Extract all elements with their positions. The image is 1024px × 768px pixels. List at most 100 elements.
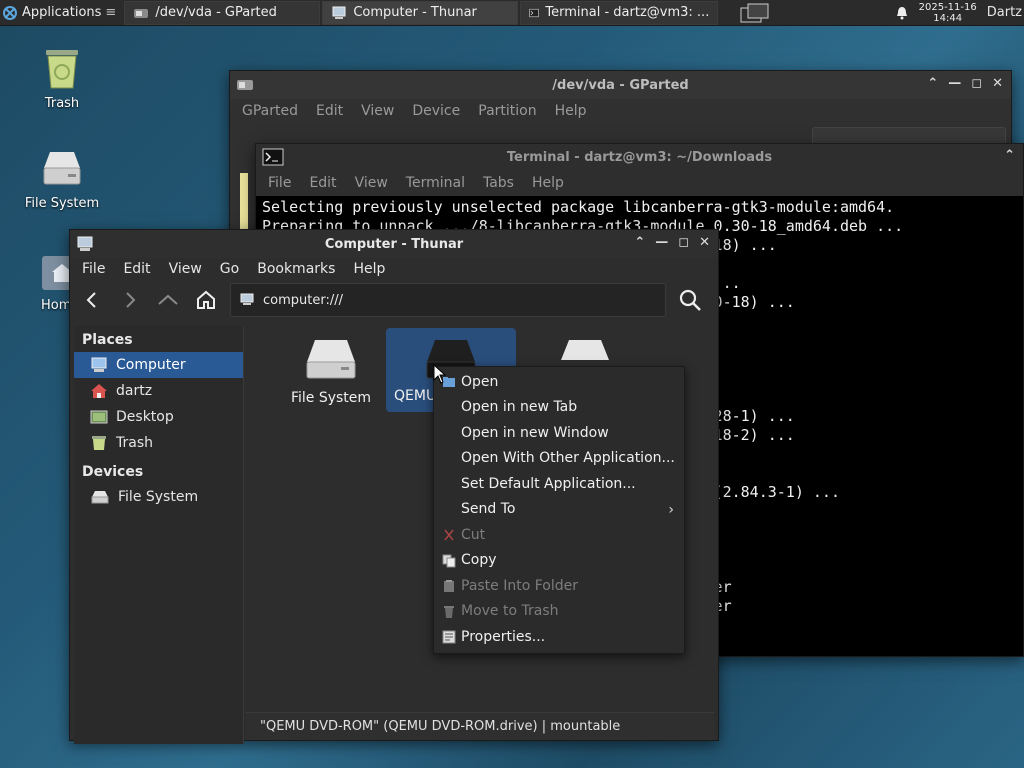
places-heading: Places — [82, 332, 133, 348]
gparted-titlebar[interactable]: /dev/vda - GParted ⌃ — ◻ ✕ — [230, 71, 1011, 99]
location-bar[interactable]: computer:/// — [230, 283, 666, 317]
menu-item-cut[interactable]: Cut — [434, 522, 684, 548]
maximize-icon[interactable]: ◻ — [971, 76, 982, 91]
workspaces-icon — [740, 3, 769, 22]
devices-heading: Devices — [82, 464, 144, 480]
clock[interactable]: 2025-11-16 14:44 — [919, 2, 977, 24]
gparted-menubar: GParted Edit View Device Partition Help — [230, 99, 1011, 123]
clock-date: 2025-11-16 — [918, 1, 977, 13]
sidebar-item-filesystem[interactable]: File System — [74, 484, 243, 510]
home-icon — [91, 384, 107, 398]
terminal-titlebar[interactable]: Terminal - dartz@vm3: ~/Downloads ⌃ — [256, 144, 1023, 170]
chevron-right-icon — [126, 292, 136, 308]
desktop-icon-trash[interactable]: Trash — [17, 44, 107, 111]
menu-item-copy[interactable]: Copy — [434, 548, 684, 574]
drive-icon — [91, 491, 109, 504]
menu-item-gparted[interactable]: GParted — [242, 103, 298, 119]
up-button[interactable] — [154, 286, 182, 314]
menu-item-help[interactable]: Help — [555, 103, 587, 119]
minimize-icon[interactable]: — — [655, 235, 668, 250]
chevron-up-icon[interactable]: ⌃ — [927, 76, 938, 91]
menu-item-view[interactable]: View — [169, 261, 202, 277]
taskbar-label: Terminal - dartz@vm3: ... — [545, 5, 710, 20]
sidebar-item-label: File System — [118, 489, 199, 505]
menu-item-tabs[interactable]: Tabs — [483, 175, 514, 191]
workspace-switcher[interactable] — [738, 1, 772, 25]
menu-item-edit[interactable]: Edit — [316, 103, 343, 119]
menu-item-label: Properties... — [461, 628, 546, 645]
menu-item-edit[interactable]: Edit — [123, 261, 150, 277]
sidebar-item-label: Computer — [116, 357, 186, 373]
notification-bell-icon[interactable] — [895, 6, 909, 20]
chevron-up-icon[interactable]: ⌃ — [634, 235, 645, 250]
menu-item-label: Paste Into Folder — [461, 577, 579, 594]
thunar-titlebar[interactable]: Computer - Thunar ⌃ — ◻ ✕ — [70, 230, 718, 258]
desktop-icon-label: File System — [24, 196, 100, 211]
menu-item-edit[interactable]: Edit — [309, 175, 336, 191]
menu-item-send-to[interactable]: Send To › — [434, 497, 684, 523]
menu-item-properties[interactable]: Properties... — [434, 624, 684, 650]
applications-menu-button[interactable]: Applications ≡ — [0, 0, 122, 26]
menu-item-open-new-tab[interactable]: Open in new Tab — [434, 395, 684, 421]
menu-item-file[interactable]: File — [268, 175, 291, 191]
menu-item-go[interactable]: Go — [220, 261, 239, 277]
menu-item-device[interactable]: Device — [412, 103, 460, 119]
close-icon[interactable]: ✕ — [699, 235, 710, 250]
taskbar-label: Computer - Thunar — [353, 5, 477, 20]
sidebar-item-computer[interactable]: Computer — [74, 352, 243, 378]
sidebar-item-trash[interactable]: Trash — [74, 430, 243, 456]
applications-label: Applications — [22, 5, 102, 20]
menu-item-view[interactable]: View — [355, 175, 388, 191]
menu-item-set-default-app[interactable]: Set Default Application... — [434, 471, 684, 497]
menu-handle-icon: ≡ — [105, 5, 117, 20]
computer-icon — [332, 6, 346, 19]
sidebar-item-label: Desktop — [116, 409, 174, 425]
computer-icon — [240, 293, 254, 305]
back-button[interactable] — [78, 286, 106, 314]
minimize-icon[interactable]: — — [948, 76, 961, 91]
computer-icon — [77, 236, 93, 251]
menu-item-partition[interactable]: Partition — [478, 103, 536, 119]
user-menu[interactable]: Dartz — [987, 5, 1024, 20]
clock-time: 14:44 — [933, 12, 963, 24]
menu-item-label: Cut — [461, 526, 486, 543]
menu-item-label: Open With Other Application... — [461, 450, 675, 467]
forward-button[interactable] — [116, 286, 144, 314]
terminal-menubar: File Edit View Terminal Tabs Help — [256, 170, 1023, 196]
menu-item-help[interactable]: Help — [532, 175, 564, 191]
menu-item-open-with[interactable]: Open With Other Application... — [434, 446, 684, 472]
search-button[interactable] — [676, 286, 704, 314]
menu-item-move-to-trash[interactable]: Move to Trash — [434, 599, 684, 625]
window-title: Computer - Thunar — [324, 236, 464, 252]
menu-item-view[interactable]: View — [361, 103, 394, 119]
menu-item-file[interactable]: File — [82, 261, 105, 277]
taskbar-item-terminal[interactable]: Terminal - dartz@vm3: ... — [520, 0, 719, 25]
status-bar: "QEMU DVD-ROM" (QEMU DVD-ROM.drive) | mo… — [246, 712, 714, 740]
file-item-drive[interactable] — [520, 334, 650, 360]
menu-item-open[interactable]: Open — [434, 369, 684, 395]
file-item-filesystem[interactable]: File System — [266, 334, 396, 406]
taskbar-item-thunar[interactable]: Computer - Thunar — [322, 0, 519, 25]
desktop-icon-filesystem[interactable]: File System — [17, 148, 107, 211]
drive-icon — [43, 152, 81, 185]
maximize-icon[interactable]: ◻ — [678, 235, 689, 250]
menu-item-bookmarks[interactable]: Bookmarks — [257, 261, 335, 277]
menu-item-paste-into-folder[interactable]: Paste Into Folder — [434, 573, 684, 599]
menu-item-help[interactable]: Help — [353, 261, 385, 277]
file-label: File System — [290, 390, 372, 406]
home-button[interactable] — [192, 286, 220, 314]
sidebar-item-desktop[interactable]: Desktop — [74, 404, 243, 430]
sidebar-item-dartz[interactable]: dartz — [74, 378, 243, 404]
taskbar-item-gparted[interactable]: /dev/vda - GParted — [124, 0, 321, 25]
close-icon[interactable]: ✕ — [992, 76, 1003, 91]
chevron-left-icon — [86, 292, 96, 308]
gparted-partition-area — [240, 173, 248, 233]
scissors-icon — [444, 529, 454, 541]
menu-item-label: Set Default Application... — [461, 475, 636, 492]
gparted-icon — [237, 80, 253, 90]
status-text: "QEMU DVD-ROM" (QEMU DVD-ROM.drive) | mo… — [260, 719, 621, 734]
drive-icon — [561, 340, 609, 360]
chevron-up-icon[interactable]: ⌃ — [1004, 148, 1015, 163]
menu-item-open-new-window[interactable]: Open in new Window — [434, 420, 684, 446]
menu-item-terminal[interactable]: Terminal — [406, 175, 465, 191]
